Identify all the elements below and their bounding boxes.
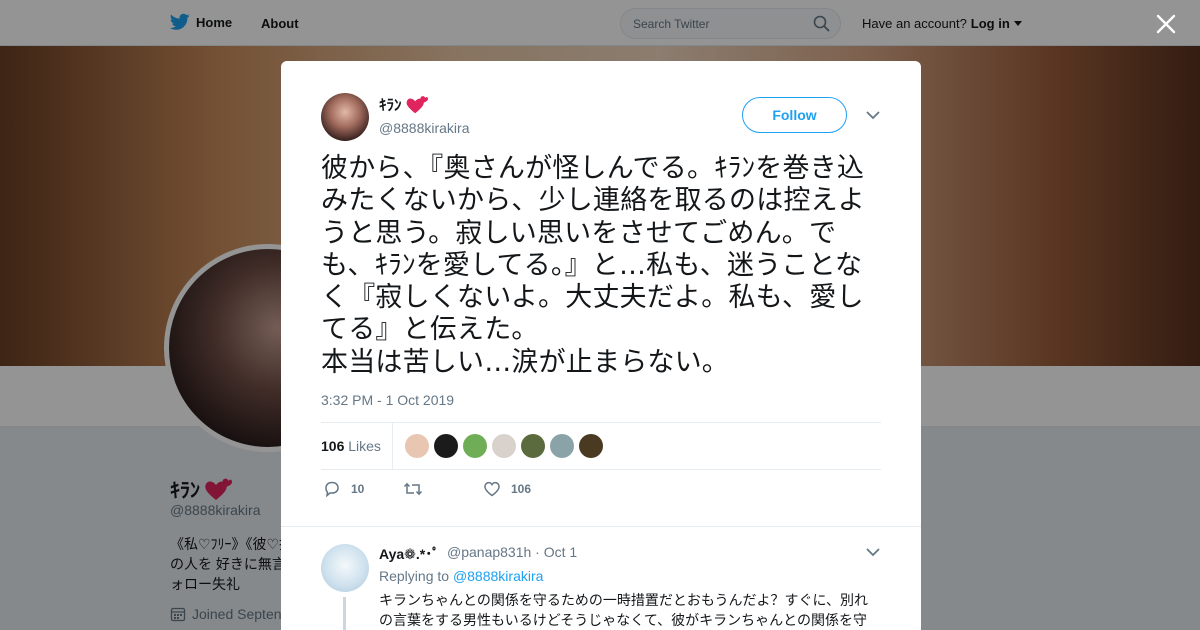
retweet-button[interactable]	[403, 480, 433, 498]
heart-icon	[484, 481, 500, 497]
like-button[interactable]: 106	[483, 480, 531, 498]
liker-avatar[interactable]	[405, 434, 429, 458]
reply-text: キランちゃんとの関係を守るための一時措置だとおもうんだよ？すぐに、別れの言葉をす…	[379, 593, 869, 629]
reply-author-name[interactable]: Aya❁.*･ﾟ	[379, 544, 439, 564]
reply-author-handle[interactable]: @panap831h · Oct 1	[447, 544, 577, 560]
tweet-author-name-text: ｷﾗﾝ	[379, 97, 402, 114]
liker-avatars	[405, 434, 603, 458]
likes-label: Likes	[348, 438, 381, 454]
tweet-author-name[interactable]: ｷﾗﾝ	[379, 94, 428, 115]
replying-prefix: Replying to	[379, 568, 450, 584]
reply-count: 10	[351, 482, 365, 496]
replying-to-link[interactable]: @8888kirakira	[453, 568, 543, 584]
liker-avatar[interactable]	[463, 434, 487, 458]
likes-stat[interactable]: 106 Likes	[321, 438, 381, 454]
like-count: 106	[511, 482, 532, 496]
reply-thread-line	[343, 597, 346, 630]
reply-button[interactable]: 10	[323, 480, 364, 498]
liker-avatar[interactable]	[492, 434, 516, 458]
tweet-author-avatar[interactable]	[321, 93, 369, 141]
follow-button[interactable]: Follow	[742, 97, 847, 133]
liker-avatar[interactable]	[550, 434, 574, 458]
likes-count: 106	[321, 438, 345, 454]
retweet-icon	[403, 482, 423, 496]
liker-avatar[interactable]	[579, 434, 603, 458]
stats-divider	[392, 423, 393, 470]
reply-author-avatar[interactable]	[321, 544, 369, 592]
reply-icon	[325, 481, 339, 498]
reply-tweet[interactable]: Aya❁.*･ﾟ @panap831h · Oct 1 Replying to …	[281, 526, 921, 630]
tweet-actions: 10 106	[321, 480, 881, 504]
liker-avatar[interactable]	[434, 434, 458, 458]
replying-to: Replying to @8888kirakira	[379, 568, 543, 584]
liker-avatar[interactable]	[521, 434, 545, 458]
tweet-modal: ｷﾗﾝ @8888kirakira Follow 彼から、『奥さんが怪しんでる。…	[281, 61, 921, 630]
close-icon[interactable]	[1154, 12, 1178, 36]
tweet-author-handle[interactable]: @8888kirakira	[379, 120, 469, 136]
tweet-timestamp[interactable]: 3:32 PM - 1 Oct 2019	[321, 392, 454, 408]
tweet-stats: 106 Likes	[321, 422, 881, 470]
chevron-down-icon[interactable]	[865, 545, 881, 559]
two-hearts-icon	[406, 96, 428, 114]
tweet-text: 彼から、『奥さんが怪しんでる。ｷﾗﾝを巻き込みたくないから、少し連絡を取るのは控…	[321, 153, 865, 378]
chevron-down-icon[interactable]	[865, 108, 881, 122]
